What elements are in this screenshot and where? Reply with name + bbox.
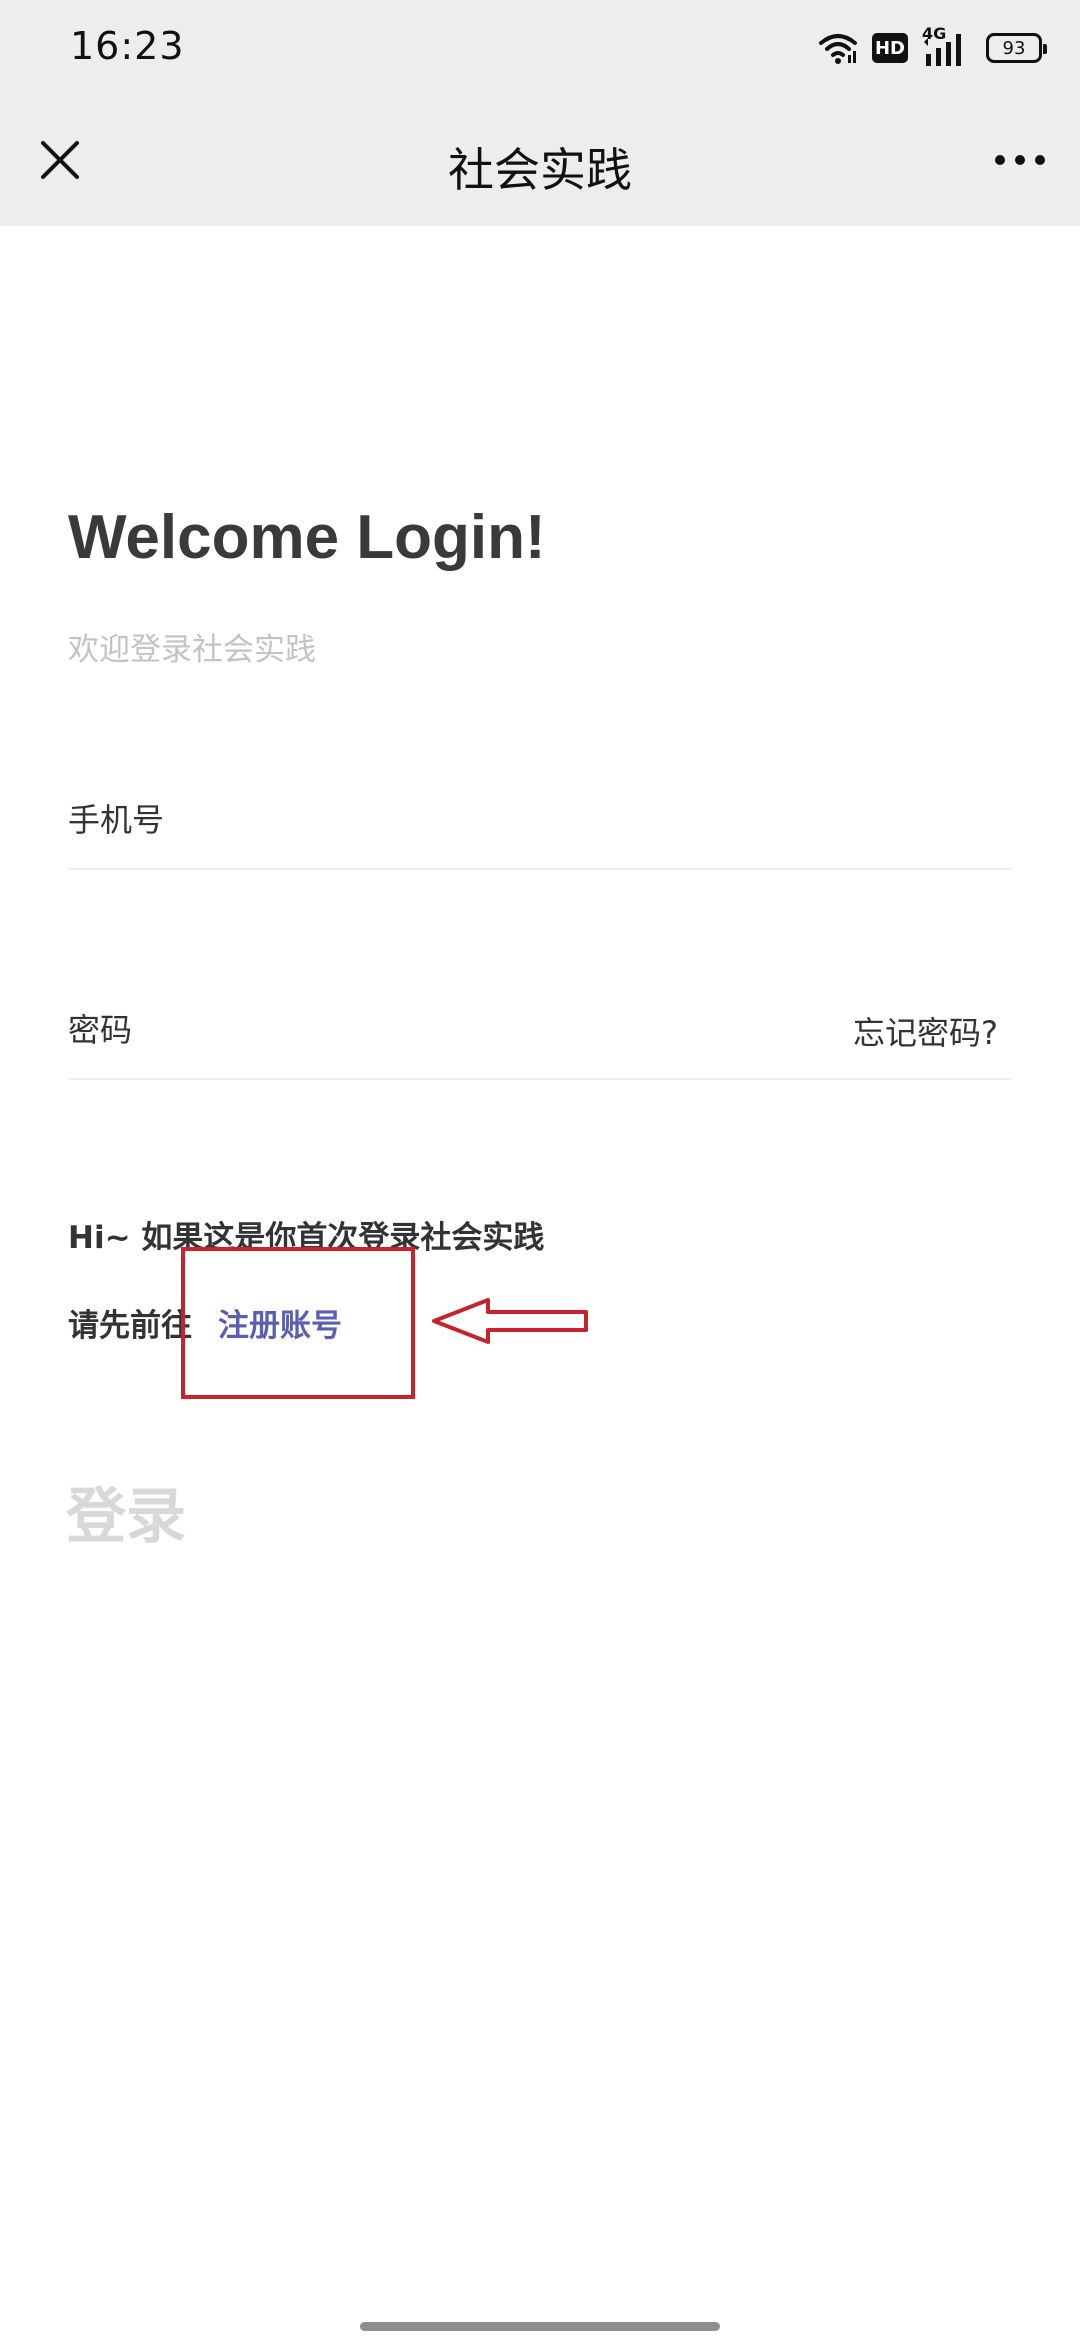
login-button[interactable]: 登录 [66,1468,186,1555]
wifi-icon [819,34,857,64]
register-prompt: 请先前往 [68,1308,192,1344]
status-time: 16:23 [70,24,185,68]
signal-bars-icon [924,34,961,66]
page-title: 社会实践 [448,143,632,197]
login-screen: 16:23 HD 4G 93 社会实践 Welcome Login! 欢迎登录社… [0,0,1080,2340]
more-icon [995,155,1045,165]
annotation-arrow-icon [432,1298,588,1344]
password-field: 忘记密码? [68,980,1012,1080]
annotation-highlight-box [181,1247,415,1399]
forgot-password-link[interactable]: 忘记密码? [853,1008,998,1054]
status-icons: HD 4G 93 [818,24,1047,70]
more-button[interactable] [988,130,1052,190]
welcome-title: Welcome Login! [68,503,546,572]
cellular-signal: 4G [922,24,972,68]
hd-badge: HD [872,33,908,63]
password-input[interactable] [68,1002,768,1058]
status-bar: 16:23 HD 4G 93 [0,0,1080,96]
home-indicator[interactable] [360,2322,720,2331]
welcome-subtitle: 欢迎登录社会实践 [68,632,316,668]
phone-input[interactable] [68,792,768,848]
battery-level: 93 [1002,37,1026,59]
phone-field [68,770,1012,870]
nav-bar: 社会实践 [0,96,1080,226]
battery-indicator: 93 [986,33,1047,63]
